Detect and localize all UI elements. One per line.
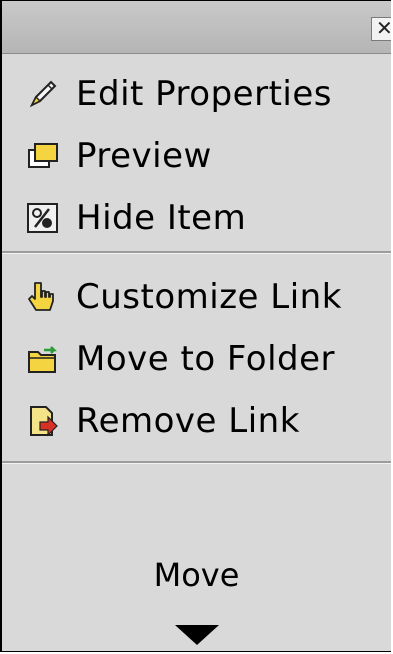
menu-item-edit-properties[interactable]: Edit Properties — [2, 63, 391, 125]
menu-item-label: Remove Link — [76, 401, 300, 441]
preview-window-icon — [26, 139, 60, 173]
move-label: Move — [153, 556, 240, 594]
pencil-icon — [26, 77, 60, 111]
context-menu-panel: ✕ Edit Properties Preview — [0, 0, 391, 652]
menu-item-customize-link[interactable]: Customize Link — [2, 266, 391, 328]
menu-item-label: Preview — [76, 136, 212, 176]
close-button[interactable]: ✕ — [371, 17, 391, 41]
menu-item-label: Customize Link — [76, 277, 342, 317]
menu-item-label: Edit Properties — [76, 74, 332, 114]
menu-item-preview[interactable]: Preview — [2, 125, 391, 187]
remove-link-icon — [26, 404, 60, 438]
menu-item-label: Move to Folder — [76, 339, 335, 379]
down-arrow-icon[interactable] — [174, 625, 219, 645]
hide-item-icon — [26, 201, 60, 235]
menu-item-remove-link[interactable]: Remove Link — [2, 390, 391, 452]
close-icon: ✕ — [376, 16, 391, 40]
title-bar: ✕ — [2, 1, 391, 54]
hand-pointer-icon — [26, 280, 60, 314]
menu-divider — [2, 251, 391, 254]
menu-item-move-to-folder[interactable]: Move to Folder — [2, 328, 391, 390]
menu-divider — [2, 461, 391, 464]
menu-item-hide-item[interactable]: Hide Item — [2, 187, 391, 249]
menu-item-label: Hide Item — [76, 198, 247, 238]
folder-move-icon — [26, 342, 60, 376]
